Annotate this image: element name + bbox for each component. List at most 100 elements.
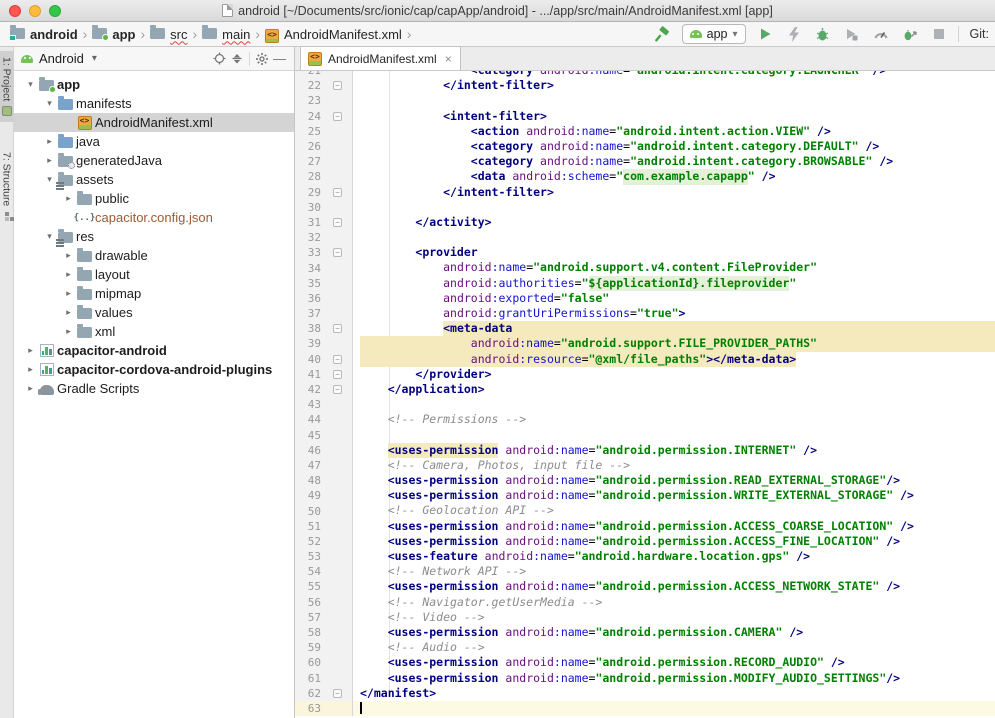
tree-item-capacitor-config-json[interactable]: {..}capacitor.config.json [14,208,294,227]
expand-arrow-icon[interactable]: ▸ [62,269,75,280]
expand-arrow-icon[interactable]: ▸ [62,250,75,261]
tree-item-layout[interactable]: ▸layout [14,265,294,284]
breadcrumb-item-androidmanifest-xml[interactable]: <>AndroidManifest.xml [263,24,404,45]
code-line-36[interactable]: android:exported="false" [353,291,995,306]
code-line-59[interactable]: <!-- Audio --> [353,640,995,655]
expand-arrow-icon[interactable]: ▸ [62,326,75,337]
code-line-39[interactable]: android:name="android.support.FILE_PROVI… [353,336,995,351]
zoom-window-button[interactable] [49,5,61,17]
code-line-22[interactable]: </intent-filter> [353,78,995,93]
expand-arrow-icon[interactable]: ▸ [43,136,56,147]
fold-marker-icon[interactable]: − [333,385,342,394]
code-line-37[interactable]: android:grantUriPermissions="true"> [353,306,995,321]
tool-button-1-project[interactable]: 1: Project [0,51,14,122]
hide-tool-window-button[interactable]: — [273,51,286,66]
expand-arrow-icon[interactable]: ▸ [24,364,37,375]
code-line-26[interactable]: <category android:name="android.intent.c… [353,139,995,154]
expand-arrow-icon[interactable]: ▸ [24,383,37,394]
tree-item-xml[interactable]: ▸xml [14,322,294,341]
project-view-selector[interactable]: Android ▾ [21,51,97,66]
fold-marker-icon[interactable]: − [333,81,342,90]
code-line-30[interactable] [353,200,995,215]
expand-arrow-icon[interactable]: ▸ [62,288,75,299]
code-line-51[interactable]: <uses-permission android:name="android.p… [353,519,995,534]
tree-item-manifests[interactable]: ▾manifests [14,94,294,113]
code-line-41[interactable]: </provider> [353,367,995,382]
tree-item-mipmap[interactable]: ▸mipmap [14,284,294,303]
code-line-42[interactable]: </application> [353,382,995,397]
tree-item-res[interactable]: ▾res [14,227,294,246]
breadcrumb-item-app[interactable]: app [90,25,137,43]
expand-arrow-icon[interactable]: ▸ [62,193,75,204]
code-editor[interactable]: 21 <category android:name="android.inten… [295,71,995,718]
expand-arrow-icon[interactable]: ▸ [62,307,75,318]
code-line-58[interactable]: <uses-permission android:name="android.p… [353,625,995,640]
code-line-52[interactable]: <uses-permission android:name="android.p… [353,534,995,549]
tool-button-7-structure[interactable]: 7: Structure [0,146,14,226]
profiler-button[interactable] [871,24,891,44]
run-with-coverage-button[interactable] [842,24,862,44]
code-line-54[interactable]: <!-- Network API --> [353,564,995,579]
fold-marker-icon[interactable]: − [333,218,342,227]
code-line-55[interactable]: <uses-permission android:name="android.p… [353,579,995,594]
breadcrumb-item-main[interactable]: main [200,25,252,43]
code-line-46[interactable]: <uses-permission android:name="android.p… [353,443,995,458]
settings-gear-button[interactable] [253,50,271,68]
code-line-31[interactable]: </activity> [353,215,995,230]
minimize-window-button[interactable] [29,5,41,17]
code-line-57[interactable]: <!-- Video --> [353,610,995,625]
fold-marker-icon[interactable]: − [333,355,342,364]
expand-arrow-icon[interactable]: ▾ [43,174,56,185]
expand-arrow-icon[interactable]: ▸ [43,155,56,166]
code-line-23[interactable] [353,93,995,108]
code-line-27[interactable]: <category android:name="android.intent.c… [353,154,995,169]
fold-marker-icon[interactable]: − [333,370,342,379]
expand-arrow-icon[interactable]: ▾ [43,98,56,109]
code-line-40[interactable]: android:resource="@xml/file_paths"></met… [353,352,995,367]
code-line-33[interactable]: <provider [353,245,995,260]
expand-arrow-icon[interactable]: ▾ [24,79,37,90]
tree-item-androidmanifest-xml[interactable]: <>AndroidManifest.xml [14,113,294,132]
close-tab-icon[interactable]: × [445,52,452,66]
tree-item-gradle-scripts[interactable]: ▸Gradle Scripts [14,379,294,398]
fold-marker-icon[interactable]: − [333,248,342,257]
code-line-38[interactable]: <meta-data [353,321,995,336]
tree-item-capacitor-android[interactable]: ▸capacitor-android [14,341,294,360]
code-line-48[interactable]: <uses-permission android:name="android.p… [353,473,995,488]
expand-arrow-icon[interactable]: ▾ [43,231,56,242]
collapse-all-button[interactable] [228,50,246,68]
tree-item-values[interactable]: ▸values [14,303,294,322]
code-line-21[interactable]: <category android:name="android.intent.c… [353,71,995,78]
tree-item-generatedjava[interactable]: ▸generatedJava [14,151,294,170]
locate-file-button[interactable] [210,50,228,68]
code-line-28[interactable]: <data android:scheme="com.example.capapp… [353,169,995,184]
stop-button[interactable] [929,24,949,44]
code-line-60[interactable]: <uses-permission android:name="android.p… [353,655,995,670]
debug-button[interactable] [813,24,833,44]
code-line-53[interactable]: <uses-feature android:name="android.hard… [353,549,995,564]
code-line-56[interactable]: <!-- Navigator.getUserMedia --> [353,595,995,610]
code-line-45[interactable] [353,428,995,443]
code-line-43[interactable] [353,397,995,412]
fold-marker-icon[interactable]: − [333,188,342,197]
tree-item-app[interactable]: ▾app [14,75,294,94]
fold-marker-icon[interactable]: − [333,324,342,333]
code-line-34[interactable]: android:name="android.support.v4.content… [353,260,995,275]
code-line-47[interactable]: <!-- Camera, Photos, input file --> [353,458,995,473]
fold-marker-icon[interactable]: − [333,112,342,121]
code-line-35[interactable]: android:authorities="${applicationId}.fi… [353,276,995,291]
close-window-button[interactable] [9,5,21,17]
tree-item-drawable[interactable]: ▸drawable [14,246,294,265]
fold-marker-icon[interactable]: − [333,689,342,698]
code-line-24[interactable]: <intent-filter> [353,109,995,124]
code-line-44[interactable]: <!-- Permissions --> [353,412,995,427]
tree-item-java[interactable]: ▸java [14,132,294,151]
code-line-50[interactable]: <!-- Geolocation API --> [353,503,995,518]
code-line-63[interactable] [353,701,995,716]
tree-item-public[interactable]: ▸public [14,189,294,208]
code-line-29[interactable]: </intent-filter> [353,185,995,200]
apply-changes-button[interactable] [784,24,804,44]
run-button[interactable] [755,24,775,44]
attach-debugger-button[interactable] [900,24,920,44]
breadcrumb-item-android[interactable]: android [8,25,80,43]
